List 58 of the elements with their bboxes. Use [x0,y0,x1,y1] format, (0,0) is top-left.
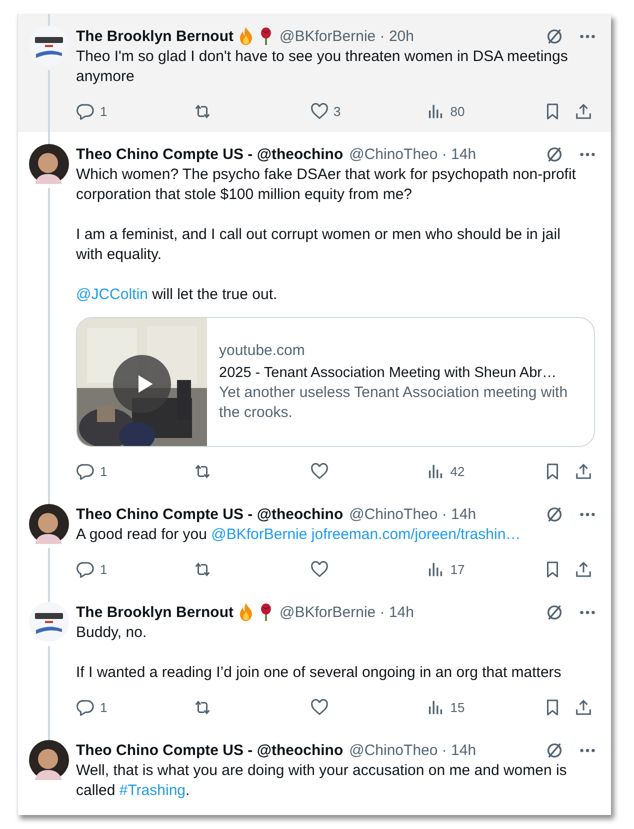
share-icon[interactable] [574,102,593,120]
avatar[interactable] [29,504,69,544]
views-count: 17 [450,562,465,576]
avatar[interactable] [29,602,69,642]
flame-icon [238,27,254,45]
tweet-text: A good read for you @BKforBernie jofreeman.com/joreen/trashin… [76,525,522,545]
handle-and-time: @BKforBernie · 20h [280,28,414,44]
tweet[interactable]: Theo Chino Compte US - @theochino @ChinoTheo · 14h A good read for you @BKforBernie jofreeman.com/joreen/trashin… 1 17 [18,492,611,590]
reply-count: 1 [100,104,108,118]
views-count: 80 [450,104,465,118]
like-count: 3 [334,104,341,118]
like-icon[interactable] [310,102,328,120]
repost-icon[interactable] [192,462,212,480]
author-name[interactable]: Theo Chino Compte US - @theochino [76,742,344,758]
author-name[interactable]: The Brooklyn Bernout [76,604,234,620]
avatar[interactable] [29,144,69,184]
reply-icon[interactable] [76,698,95,716]
handle-and-time: @ChinoTheo · 14h [349,506,476,522]
reply-count: 1 [100,700,108,714]
share-icon[interactable] [574,698,593,716]
handle-and-time: @BKforBernie · 14h [280,604,414,620]
handle-and-time: @ChinoTheo · 14h [349,146,476,162]
repost-icon[interactable] [192,102,212,120]
avatar[interactable] [29,26,69,66]
avatar[interactable] [29,740,69,780]
card-domain: youtube.com [219,341,306,361]
tweet-text: Buddy, no. [76,623,148,643]
card-description: Yet another useless Tenant Association meeting with the crooks. [219,383,569,423]
like-icon[interactable] [310,698,328,716]
link-card[interactable]: youtube.com 2025 - Tenant Association Meeting with Sheun Abr… Yet another useless Tenant Association meeting with the crooks. [76,317,595,447]
reply-count: 1 [100,562,108,576]
views-count: 15 [450,700,465,714]
repost-icon[interactable] [192,698,212,716]
like-icon[interactable] [310,560,328,578]
reply-count: 1 [100,464,108,478]
author-name[interactable]: The Brooklyn Bernout [76,28,234,44]
tweet-text: @JCColtin will let the true out. [76,285,278,305]
share-icon[interactable] [574,462,593,480]
tweet[interactable]: Theo Chino Compte US - @theochino @ChinoTheo · 14h Well, that is what you are doing with your accusation on me and women is called #Trashing. [18,728,611,801]
reply-icon[interactable] [76,560,95,578]
tweet-text: Well, that is what you are doing with your accusation on me and women is called #Trashing. [76,761,568,801]
author-name[interactable]: Theo Chino Compte US - @theochino [76,506,344,522]
tweet[interactable]: The Brooklyn Bernout @BKforBernie · 20h Theo I'm so glad I don't have to see you threaten women in DSA meetings anymore 1 3 80 [18,14,611,132]
views-count: 42 [450,464,465,478]
handle-and-time: @ChinoTheo · 14h [349,742,476,758]
like-icon[interactable] [310,462,328,480]
share-icon[interactable] [574,560,593,578]
reply-icon[interactable] [76,102,95,120]
card-title: 2025 - Tenant Association Meeting with Sheun Abr… [219,364,558,383]
reply-icon[interactable] [76,462,95,480]
tweet-text: Theo I'm so glad I don't have to see you threaten women in DSA meetings anymore [76,47,569,87]
repost-icon[interactable] [192,560,212,578]
tweet-text: I am a feminist, and I call out corrupt women or men who should be in jail with equality. [76,225,562,265]
author-name[interactable]: Theo Chino Compte US - @theochino [76,146,344,162]
flame-icon [238,603,254,621]
tweet-text: If I wanted a reading I’d join one of several ongoing in an org that matters [76,663,562,683]
tweet-text: Which women? The psycho fake DSAer that work for psychopath non-profit corporation that stole $100 million equity from me? [76,165,577,205]
tweet[interactable]: The Brooklyn Bernout @BKforBernie · 14h Buddy, no. If I wanted a reading I’d join one of several ongoing in an org that matters 1 15 [18,590,611,728]
